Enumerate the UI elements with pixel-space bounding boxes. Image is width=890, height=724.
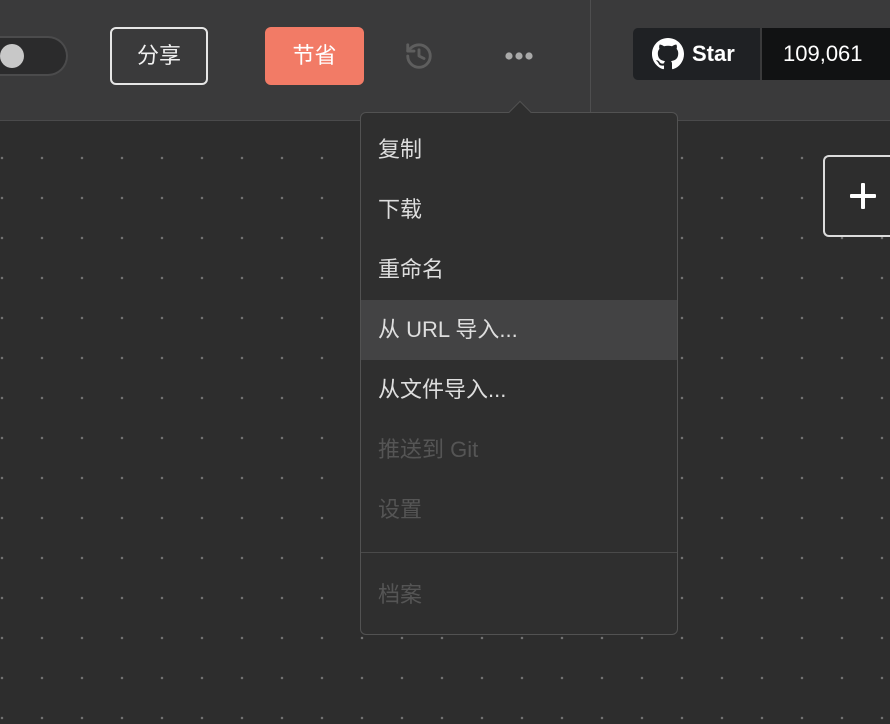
menu-item-import-url[interactable]: 从 URL 导入... (361, 300, 677, 360)
menu-item-archive: 档案 (378, 582, 423, 607)
github-icon (652, 38, 684, 70)
toggle-knob (0, 44, 24, 68)
toolbar-divider (590, 0, 591, 120)
more-horizontal-icon (505, 52, 533, 60)
toolbar: 分享 节省 Star 109,061 (0, 0, 890, 121)
save-button[interactable]: 节省 (265, 27, 364, 85)
menu-item-import-file[interactable]: 从文件导入... (361, 360, 677, 420)
menu-item-settings: 设置 (378, 497, 423, 522)
plus-icon (850, 183, 876, 209)
github-star-count[interactable]: 109,061 (762, 28, 890, 80)
theme-toggle[interactable] (0, 36, 68, 76)
share-button[interactable]: 分享 (110, 27, 208, 85)
app-window: 分享 节省 Star 109,061 复制 下载 重命名 从 URL 导入...… (0, 0, 890, 724)
github-star-button[interactable]: Star (633, 28, 760, 80)
add-button[interactable] (823, 155, 890, 237)
menu-item-copy[interactable]: 复制 (361, 120, 677, 180)
github-star-label: Star (692, 41, 735, 66)
history-icon (406, 43, 432, 69)
history-button[interactable] (401, 38, 437, 74)
menu-divider (361, 552, 677, 553)
menu-item-download[interactable]: 下载 (361, 180, 677, 240)
menu-item-rename[interactable]: 重命名 (361, 240, 677, 300)
more-menu-button[interactable] (501, 38, 537, 74)
more-dropdown-menu: 复制 下载 重命名 从 URL 导入... 从文件导入... 推送到 Git 设… (360, 100, 678, 635)
menu-item-push-git: 推送到 Git (378, 437, 479, 462)
